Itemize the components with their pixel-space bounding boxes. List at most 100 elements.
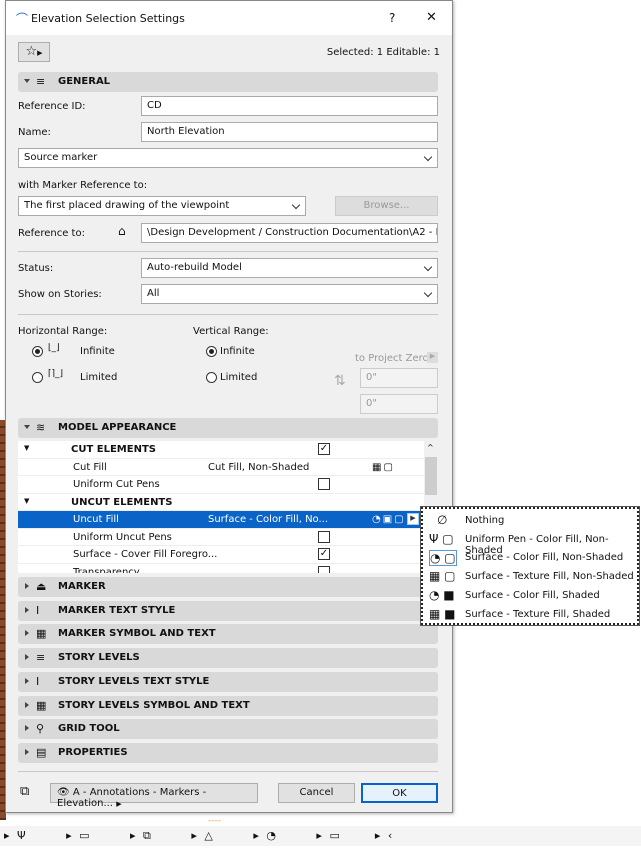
row-label: Cut Fill: [73, 461, 107, 473]
expand-triangle-icon[interactable]: ▼: [24, 444, 29, 452]
horizontal-limited-radio[interactable]: [32, 372, 43, 383]
resize-grip[interactable]: ----: [208, 816, 221, 826]
row-checkbox[interactable]: [318, 530, 330, 543]
vertical-range-label: Vertical Range:: [193, 326, 269, 337]
popup-option[interactable]: ▦ ▢ Surface - Texture Fill, Non-Shaded: [425, 567, 635, 586]
fill-option-icon: Ψ ▢: [429, 531, 454, 546]
popup-option[interactable]: Ψ ▢ Uniform Pen - Color Fill, Non-Shaded: [425, 530, 635, 556]
row-checkbox[interactable]: ✓: [318, 548, 330, 560]
tree-group[interactable]: ▼ UNCUT ELEMENTS: [18, 493, 424, 511]
close-button[interactable]: ✕: [426, 10, 437, 25]
help-button[interactable]: ?: [389, 11, 395, 25]
divider: [18, 771, 438, 772]
tree-row[interactable]: Uniform Uncut Pens: [18, 528, 424, 546]
section-title: MODEL APPEARANCE: [58, 422, 177, 433]
tree-row[interactable]: Uncut Fill Surface - Color Fill, No... ◔▣▢…: [18, 511, 424, 529]
section-model-appearance[interactable]: ≋ MODEL APPEARANCE: [18, 418, 438, 438]
section-properties[interactable]: ▤ PROPERTIES: [18, 742, 438, 763]
popup-arrow-button[interactable]: ▶: [407, 513, 419, 525]
layer-icon: ⧉: [20, 784, 30, 799]
section-icon: ⚲: [36, 722, 45, 736]
divider: [18, 251, 438, 252]
section-story-levels-text-style[interactable]: Ⅰ STORY LEVELS TEXT STYLE: [18, 671, 438, 692]
tree-row[interactable]: Cut Fill Cut Fill, Non-Shaded ▦▢: [18, 458, 424, 476]
fill-type-icon: ◔▣▢: [372, 514, 406, 525]
expand-triangle-icon[interactable]: ▼: [24, 497, 29, 505]
section-icon: Ⅰ: [36, 674, 40, 688]
section-story-levels-symbol-and-text[interactable]: ▦ STORY LEVELS SYMBOL AND TEXT: [18, 695, 438, 716]
row-label: CUT ELEMENTS: [71, 444, 156, 455]
status-select[interactable]: Auto-rebuild Model: [141, 258, 438, 278]
name-input[interactable]: North Elevation: [141, 122, 438, 142]
section-title: GRID TOOL: [58, 723, 120, 735]
to-project-zero-label: to Project Zero: [355, 353, 429, 364]
scroll-up-icon[interactable]: ^: [427, 443, 434, 452]
vertical-limited-radio[interactable]: [206, 372, 217, 383]
project-zero-arrow[interactable]: ▶: [427, 352, 438, 363]
option-label: Surface - Texture Fill, Non-Shaded: [465, 571, 634, 583]
model-appearance-icon: ≋: [36, 421, 46, 434]
option-label: Nothing: [465, 515, 505, 526]
scrollbar-thumb[interactable]: [425, 457, 437, 495]
fill-option-icon: ∅: [437, 513, 448, 527]
layer-select[interactable]: 👁 A - Annotations - Markers - Elevation.…: [50, 783, 258, 809]
horizontal-infinite-radio[interactable]: [32, 346, 43, 357]
popup-option[interactable]: ▦ ■ Surface - Texture Fill, Shaded: [425, 605, 635, 624]
fill-option-icon: ◔ ▢: [429, 550, 457, 567]
reference-to-label: Reference to:: [18, 228, 85, 239]
reference-id-label: Reference ID:: [18, 101, 86, 112]
section-icon: ▤: [36, 745, 47, 759]
cancel-button[interactable]: Cancel: [278, 783, 355, 803]
section-marker-text-style[interactable]: Ⅰ MARKER TEXT STYLE: [18, 600, 438, 621]
bottom-range-input[interactable]: 0": [360, 394, 438, 414]
popup-option[interactable]: ∅ Nothing: [425, 511, 635, 530]
section-marker[interactable]: ⏏ MARKER: [18, 577, 438, 597]
fill-option-icon: ▦ ■: [429, 606, 456, 621]
row-checkbox[interactable]: [318, 478, 330, 490]
section-marker-symbol-and-text[interactable]: ▦ MARKER SYMBOL AND TEXT: [18, 624, 438, 645]
section-title: MARKER SYMBOL AND TEXT: [58, 628, 216, 640]
section-icon: ⏏: [36, 580, 47, 593]
show-on-stories-select[interactable]: All: [141, 284, 438, 304]
bottom-toolbar: ▸ Ψ ▸ ▭ ▸ ⧉ ▸ △ ▸ ◔ ▸ ▭ ▸ ‹: [0, 826, 641, 846]
section-general[interactable]: ≡ GENERAL: [18, 72, 438, 92]
app-icon: ⌒: [16, 12, 29, 26]
tree-row[interactable]: Surface - Cover Fill Foregro... ✓: [18, 546, 424, 564]
status-label: Status:: [18, 263, 54, 274]
section-icon: ▦: [36, 627, 47, 641]
row-label: Uncut Fill: [73, 514, 119, 525]
tree-row[interactable]: Transparency: [18, 563, 424, 573]
option-label: Surface - Color Fill, Non-Shaded: [465, 552, 624, 564]
section-title: STORY LEVELS TEXT STYLE: [58, 675, 210, 687]
row-label: Uniform Cut Pens: [73, 479, 160, 490]
top-range-input[interactable]: 0": [360, 368, 438, 388]
home-icon: ⌂: [118, 224, 126, 238]
show-on-stories-label: Show on Stories:: [18, 289, 102, 300]
source-marker-select[interactable]: Source marker: [18, 148, 438, 168]
section-story-levels[interactable]: ≡ STORY LEVELS: [18, 648, 438, 669]
horizontal-infinite-label: Infinite: [80, 346, 115, 357]
section-icon: Ⅰ: [36, 603, 40, 617]
row-checkbox[interactable]: ✓: [318, 443, 330, 455]
section-title: MARKER TEXT STYLE: [58, 604, 176, 616]
reference-id-input[interactable]: CD: [141, 96, 438, 116]
toolbar-icons[interactable]: ▸ Ψ ▸ ▭ ▸ ⧉ ▸ △ ▸ ◔ ▸ ▭ ▸ ‹: [4, 829, 394, 843]
ok-button[interactable]: OK: [361, 783, 438, 803]
favorites-button[interactable]: ☆▶: [18, 42, 50, 62]
title-bar: ⌒ Elevation Selection Settings ? ✕: [6, 1, 452, 35]
row-checkbox[interactable]: [318, 565, 330, 573]
fill-option-icon: ▦ ▢: [429, 569, 456, 584]
layer-name: A - Annotations - Markers - Elevation...: [57, 787, 207, 809]
browse-button[interactable]: Browse...: [335, 196, 438, 216]
name-label: Name:: [18, 127, 51, 138]
vertical-infinite-label: Infinite: [220, 346, 255, 357]
section-grid-tool[interactable]: ⚲ GRID TOOL: [18, 719, 438, 740]
tree-group[interactable]: ▼ CUT ELEMENTS ✓: [18, 441, 424, 459]
row-label: UNCUT ELEMENTS: [71, 496, 173, 508]
uncut-fill-popup-menu: ∅ Nothing Ψ ▢ Uniform Pen - Color Fill, Non…: [420, 506, 640, 626]
marker-reference-select[interactable]: The first placed drawing of the viewpoin…: [18, 196, 306, 216]
popup-option[interactable]: ◔ ■ Surface - Color Fill, Shaded: [425, 586, 635, 605]
popup-option[interactable]: ◔ ▢ Surface - Color Fill, Non-Shaded: [425, 548, 635, 567]
tree-row[interactable]: Uniform Cut Pens: [18, 476, 424, 494]
vertical-infinite-radio[interactable]: [206, 346, 217, 357]
